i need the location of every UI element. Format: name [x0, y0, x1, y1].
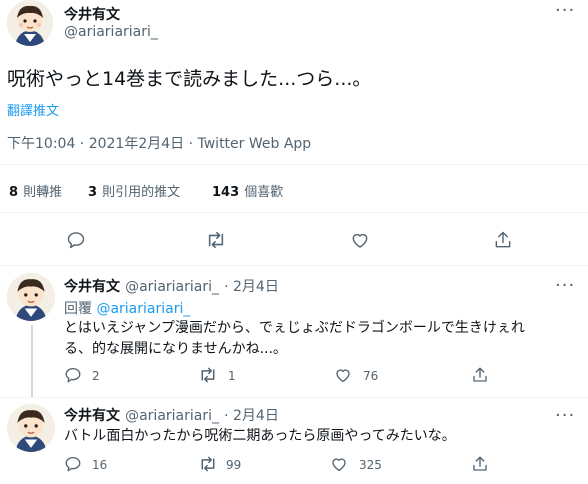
thread-line	[31, 325, 33, 397]
author-name[interactable]: 今井有文	[64, 4, 120, 24]
divider	[0, 164, 588, 165]
retweet-icon[interactable]	[198, 455, 218, 473]
stat-label: 則引用的推文	[102, 185, 181, 200]
stat-quote-tweets[interactable]: 3 則引用的推文	[88, 181, 180, 200]
share-icon[interactable]	[471, 455, 489, 473]
author-name[interactable]: 今井有文	[64, 279, 120, 295]
retweet-count: 99	[226, 458, 242, 472]
author-handle[interactable]: @ariariariari_	[125, 279, 219, 295]
avatar-illustration	[7, 273, 55, 321]
separator-dot: ·	[224, 408, 233, 424]
reply-icon[interactable]	[66, 230, 86, 250]
translate-tweet-link[interactable]: 翻譯推文	[7, 100, 59, 119]
reply-icon[interactable]	[64, 366, 82, 384]
avatar-illustration	[7, 404, 55, 452]
reply-label: 回覆	[64, 301, 92, 317]
stat-count: 143	[212, 185, 240, 200]
like-icon[interactable]	[334, 366, 352, 384]
divider	[0, 265, 588, 266]
stat-label: 則轉推	[23, 185, 63, 200]
author-avatar[interactable]	[7, 0, 53, 46]
retweet-icon[interactable]	[205, 230, 227, 250]
reply-text-line-1: とはいえジャンプ漫画だから、でぇじょぶだドラゴンボールで生きけぇれ	[64, 320, 525, 336]
reply-avatar[interactable]	[7, 273, 55, 321]
reply-target-link[interactable]: @ariariariari_	[96, 301, 190, 317]
like-icon[interactable]	[330, 455, 348, 473]
divider	[0, 397, 588, 398]
reply-avatar[interactable]	[7, 404, 55, 452]
retweet-count: 1	[228, 369, 236, 383]
like-count: 325	[359, 458, 382, 472]
share-icon[interactable]	[493, 230, 513, 250]
share-icon[interactable]	[471, 366, 489, 384]
reply-count: 16	[92, 458, 108, 472]
reply-icon[interactable]	[64, 455, 82, 473]
reply-text-line-2: る、的な展開になりませんかね...。	[64, 341, 287, 357]
more-icon[interactable]: ···	[555, 277, 575, 295]
tweet-timestamp[interactable]: 下午10:04 · 2021年2月4日 · Twitter Web App	[7, 133, 311, 153]
reply-text-line-1: バトル面白かったから呪術二期あったら原画やってみたいな。	[64, 428, 456, 444]
more-icon[interactable]: ···	[555, 2, 575, 20]
reply-header: 今井有文 @ariariariari_ · 2月4日	[64, 405, 279, 425]
stat-retweets[interactable]: 8 則轉推	[9, 181, 62, 200]
author-handle[interactable]: @ariariariari_	[64, 24, 158, 40]
more-icon[interactable]: ···	[555, 407, 575, 425]
stat-count: 3	[88, 185, 98, 200]
avatar-illustration	[7, 0, 53, 46]
tweet-text: 呪術やっと14巻まで読みました...つら...。	[7, 68, 372, 90]
reply-count: 2	[92, 369, 100, 383]
replying-to: 回覆 @ariariariari_	[64, 298, 190, 318]
retweet-icon[interactable]	[198, 366, 218, 384]
stat-likes[interactable]: 143 個喜歡	[212, 181, 283, 200]
reply-date[interactable]: 2月4日	[233, 279, 279, 295]
separator-dot: ·	[224, 279, 233, 295]
divider	[0, 212, 588, 213]
like-icon[interactable]	[350, 230, 370, 250]
author-name[interactable]: 今井有文	[64, 408, 120, 424]
stat-count: 8	[9, 185, 19, 200]
like-count: 76	[363, 369, 379, 383]
reply-date[interactable]: 2月4日	[233, 408, 279, 424]
author-handle[interactable]: @ariariariari_	[125, 408, 219, 424]
stat-label: 個喜歡	[244, 185, 284, 200]
reply-header: 今井有文 @ariariariari_ · 2月4日	[64, 276, 279, 296]
